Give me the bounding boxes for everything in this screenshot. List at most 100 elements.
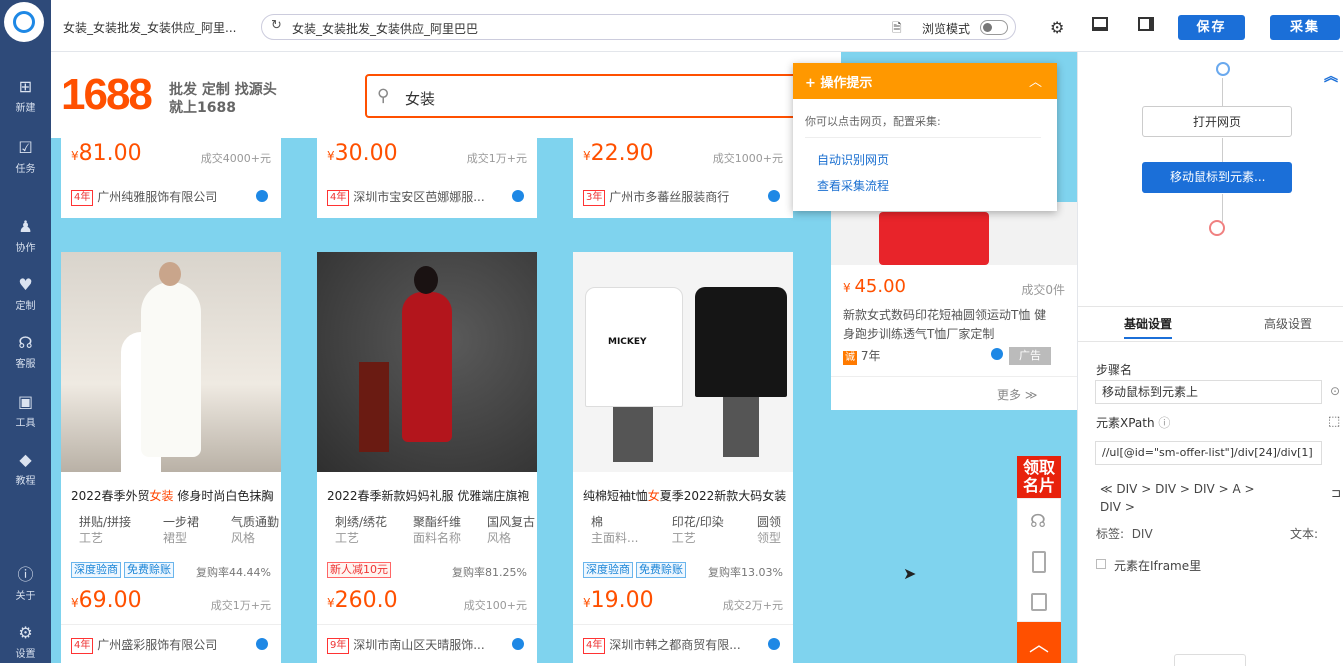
- get-card-button[interactable]: 领取名片: [1017, 456, 1061, 498]
- headset-icon[interactable]: ☊: [1030, 511, 1046, 532]
- sidebar-item-new[interactable]: ⊞ 新建: [0, 78, 51, 126]
- gear-icon: ⚙: [18, 623, 33, 642]
- product-image[interactable]: [61, 252, 281, 472]
- back-to-top-button[interactable]: ︿: [1017, 622, 1061, 663]
- product-card[interactable]: ¥22.90 成交1000+元 3年 广州市多蕃丝服装商行: [573, 138, 793, 218]
- sold-count: 成交1万+元: [210, 599, 271, 612]
- integrity-icon: 诚: [843, 351, 857, 365]
- collect-button[interactable]: 采集: [1270, 15, 1340, 40]
- chat-icon[interactable]: [256, 190, 268, 202]
- search-input[interactable]: 女装: [405, 88, 435, 109]
- xpath-input[interactable]: //ul[@id="sm-offer-list"]/div[24]/div[1]: [1095, 441, 1322, 465]
- flow-start-icon: [1216, 62, 1230, 76]
- shop-name[interactable]: 深圳市韩之都商贸有限...: [609, 638, 740, 652]
- phone-icon[interactable]: [1032, 551, 1046, 573]
- tab-advanced-settings[interactable]: 高级设置: [1264, 315, 1312, 332]
- web-page-viewport[interactable]: ¥81.00 成交4000+元 4年 广州纯雅服饰有限公司 ¥30.00 成交1…: [51, 52, 1077, 663]
- browser-toolbar: 女装_女装批发_女装供应_阿里... ↻ 女装_女装批发_女装供应_阿里巴巴 🗎…: [51, 0, 1343, 52]
- repurchase-rate: 复购率44.44%: [196, 566, 271, 579]
- step-name-input[interactable]: 移动鼠标到元素上: [1095, 380, 1322, 404]
- task-icon: ☑: [18, 138, 33, 157]
- year-badge: 3年: [583, 189, 606, 206]
- tab-title[interactable]: 女装_女装批发_女装供应_阿里...: [63, 19, 243, 36]
- sidebar-item-team[interactable]: ♟ 协作: [0, 218, 51, 266]
- sidebar-item-tools[interactable]: ▣ 工具: [0, 393, 51, 441]
- more-link[interactable]: 更多 ≫: [997, 386, 1037, 403]
- flow-end-icon: [1209, 220, 1225, 236]
- chat-icon[interactable]: [512, 638, 524, 650]
- feedback-icon[interactable]: [1031, 593, 1047, 611]
- shop-name[interactable]: 广州盛彩服饰有限公司: [97, 638, 217, 652]
- product-price: 22.90: [590, 141, 654, 166]
- shop-name[interactable]: 深圳市南山区天晴服饰...: [353, 638, 484, 652]
- sidebar-item-tutorial[interactable]: ◆ 教程: [0, 451, 51, 499]
- view-flow-link[interactable]: 查看采集流程: [817, 177, 889, 194]
- chat-icon[interactable]: [768, 638, 780, 650]
- sidebar-item-about[interactable]: ⓘ 关于: [0, 566, 51, 614]
- url-bar[interactable]: ↻ 女装_女装批发_女装供应_阿里巴巴 🗎 浏览模式: [261, 14, 1016, 40]
- side-product-card[interactable]: ¥ 45.00 成交0件 新款女式数码印花短袖圆领运动T恤 健身跑步训练透气T恤…: [831, 202, 1077, 410]
- product-attributes: 拼贴/拼接 工艺 一步裙 裙型 气质通勤 风格: [79, 515, 279, 545]
- product-card[interactable]: 2022春季外贸女装 修身时尚白色抹胸 拼贴/拼接 工艺 一步裙 裙型 气质通勤 风格…: [61, 252, 281, 663]
- sold-count: 成交2万+元: [722, 599, 783, 612]
- sidebar-item-settings[interactable]: ⚙ 设置: [0, 624, 51, 672]
- chat-icon[interactable]: [991, 348, 1003, 360]
- iframe-label: 元素在Iframe里: [1114, 559, 1202, 573]
- product-title[interactable]: 2022春季新款妈妈礼服 优雅端庄旗袍: [327, 487, 532, 504]
- site-slogan-2: 就上1688: [169, 100, 236, 116]
- browse-mode-toggle[interactable]: [980, 20, 1008, 35]
- text-label: 文本:: [1290, 527, 1319, 541]
- product-card[interactable]: 2022春季新款妈妈礼服 优雅端庄旗袍 刺绣/绣花 工艺 聚酯纤维 面料名称 国风复…: [317, 252, 537, 663]
- shop-name[interactable]: 广州市多蕃丝服装商行: [609, 190, 729, 204]
- cloud-icon[interactable]: ⊙: [1330, 384, 1340, 398]
- mickey-print: MICKEY: [608, 337, 647, 347]
- product-card[interactable]: MICKEY 纯棉短袖t恤女夏季2022新款大码女装 棉主面料... 印花/印染…: [573, 252, 793, 663]
- popup-header: + 操作提示 ︿: [793, 63, 1057, 99]
- shop-name[interactable]: 广州纯雅服饰有限公司: [97, 190, 217, 204]
- gear-icon[interactable]: ⚙: [1050, 18, 1064, 37]
- element-picker-icon[interactable]: ⬚: [1328, 414, 1340, 429]
- product-image[interactable]: [831, 202, 1077, 265]
- url-text[interactable]: 女装_女装批发_女装供应_阿里巴巴: [292, 20, 478, 37]
- save-button[interactable]: 保存: [1178, 15, 1245, 40]
- xpath-label: 元素XPath ⓘ: [1096, 416, 1171, 430]
- site-search-box[interactable]: ⚲ 女装: [365, 74, 805, 118]
- refresh-icon[interactable]: ↻: [271, 18, 282, 33]
- product-card[interactable]: ¥30.00 成交1万+元 4年 深圳市宝安区芭娜娜服...: [317, 138, 537, 218]
- iframe-checkbox[interactable]: [1096, 559, 1106, 569]
- sidebar-item-task[interactable]: ☑ 任务: [0, 139, 51, 187]
- layout-bottom-icon[interactable]: [1092, 17, 1108, 31]
- year-badge: 4年: [71, 637, 94, 654]
- product-title[interactable]: 纯棉短袖t恤女夏季2022新款大码女装: [583, 487, 788, 504]
- step-name-label: 步骤名: [1096, 363, 1133, 377]
- app-logo[interactable]: [4, 2, 44, 42]
- partial-button[interactable]: [1174, 654, 1246, 666]
- chat-icon[interactable]: [256, 638, 268, 650]
- product-image[interactable]: MICKEY: [573, 252, 793, 472]
- collapse-icon[interactable]: ︿: [1029, 71, 1042, 90]
- auto-detect-link[interactable]: 自动识别网页: [817, 151, 889, 168]
- product-title[interactable]: 2022春季外贸女装 修身时尚白色抹胸: [71, 487, 276, 504]
- tab-basic-settings[interactable]: 基础设置: [1124, 315, 1173, 339]
- product-image[interactable]: [317, 252, 537, 472]
- product-price: 260.0: [334, 588, 398, 613]
- sidebar-item-service[interactable]: ☊ 客服: [0, 334, 51, 382]
- product-description[interactable]: 新款女式数码印花短袖圆领运动T恤 健身跑步训练透气T恤厂家定制: [843, 306, 1053, 344]
- layout-right-icon[interactable]: [1138, 17, 1154, 31]
- sidebar-item-custom[interactable]: ♥ 定制: [0, 276, 51, 324]
- dom-breadcrumb[interactable]: ≪ DIV > DIV > DIV > A > DIV >: [1100, 480, 1300, 516]
- site-logo[interactable]: 1688: [61, 70, 153, 120]
- flow-step-open-page[interactable]: 打开网页: [1142, 106, 1292, 137]
- page-info-icon[interactable]: 🗎: [892, 19, 902, 40]
- flow-step-mouse-move[interactable]: 移动鼠标到元素...: [1142, 162, 1292, 193]
- info-icon: ⓘ: [17, 565, 34, 584]
- chat-icon[interactable]: [768, 190, 780, 202]
- collapse-flow-icon[interactable]: ︽: [1324, 66, 1338, 86]
- site-header: 1688 批发 定制 找源头 就上1688 ⚲ 女装: [51, 52, 841, 138]
- product-card[interactable]: ¥81.00 成交4000+元 4年 广州纯雅服饰有限公司: [61, 138, 281, 218]
- credit-tag: 免费赊账: [124, 562, 174, 578]
- shop-name[interactable]: 深圳市宝安区芭娜娜服...: [353, 190, 484, 204]
- breadcrumb-back-icon: ≪: [1100, 482, 1113, 496]
- expand-icon[interactable]: ⊐: [1331, 486, 1341, 500]
- chat-icon[interactable]: [512, 190, 524, 202]
